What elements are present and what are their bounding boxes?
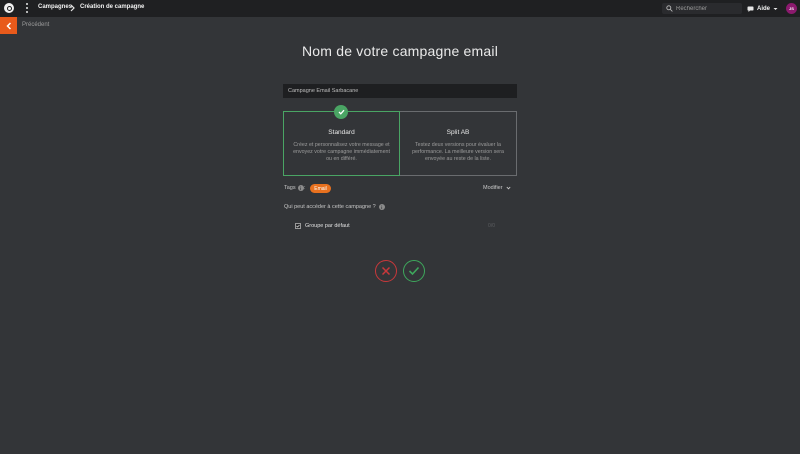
app-logo-icon[interactable] xyxy=(4,3,14,13)
search-input[interactable] xyxy=(676,4,738,13)
card-title: Standard xyxy=(328,129,355,136)
breadcrumb-campagnes[interactable]: Campagnes xyxy=(38,4,72,10)
top-bar: Campagnes Création de campagne Aide JS xyxy=(0,0,800,17)
tags-separator: : xyxy=(304,185,306,191)
help-menu[interactable]: Aide xyxy=(747,3,778,14)
help-label: Aide xyxy=(757,5,771,12)
tags-label: Tags i xyxy=(284,185,304,191)
chat-bubble-icon xyxy=(747,6,754,12)
group-row[interactable]: Groupe par défaut 0/0 xyxy=(295,222,497,231)
info-icon[interactable]: i xyxy=(297,185,304,191)
search-icon xyxy=(666,5,673,12)
close-icon xyxy=(381,266,391,276)
access-question-text: Qui peut accéder à cette campagne ? xyxy=(284,204,376,210)
avatar[interactable]: JS xyxy=(786,3,797,14)
card-description: Testez deux versions pour évaluer la per… xyxy=(412,142,504,162)
back-label[interactable]: Précédent xyxy=(22,22,49,28)
modify-label: Modifier xyxy=(483,185,503,191)
checkmark-icon xyxy=(296,224,300,228)
group-checkbox[interactable] xyxy=(295,223,301,229)
group-label: Groupe par défaut xyxy=(305,223,350,229)
tag-email[interactable]: Email xyxy=(310,184,331,193)
page-title: Nom de votre campagne email xyxy=(301,43,499,59)
info-icon[interactable]: i xyxy=(378,204,385,210)
card-title: Split AB xyxy=(446,129,470,136)
selected-check-icon xyxy=(334,105,348,119)
breadcrumb-current: Création de campagne xyxy=(80,4,145,10)
check-icon xyxy=(408,266,420,276)
group-count: 0/0 xyxy=(488,223,495,229)
campaign-name-input[interactable] xyxy=(283,84,517,98)
tags-label-text: Tags xyxy=(284,185,296,191)
caret-down-icon xyxy=(773,7,778,10)
campaign-type-split-ab[interactable]: Split AB Testez deux versions pour évalu… xyxy=(400,111,517,176)
campaign-type-selector: Standard Créez et personnalisez votre me… xyxy=(283,111,517,176)
cancel-button[interactable] xyxy=(375,260,397,282)
chevron-down-icon xyxy=(506,186,511,190)
kebab-menu-icon[interactable] xyxy=(25,3,29,13)
chevron-right-icon xyxy=(70,4,75,12)
campaign-type-standard[interactable]: Standard Créez et personnalisez votre me… xyxy=(283,111,400,176)
chevron-left-icon xyxy=(5,21,11,30)
card-description: Créez et personnalisez votre message et … xyxy=(293,142,390,162)
back-button[interactable] xyxy=(0,17,17,34)
confirm-button[interactable] xyxy=(403,260,425,282)
search-box[interactable] xyxy=(662,3,742,14)
modify-tags-button[interactable]: Modifier xyxy=(483,185,511,191)
access-question: Qui peut accéder à cette campagne ? i xyxy=(284,204,385,210)
